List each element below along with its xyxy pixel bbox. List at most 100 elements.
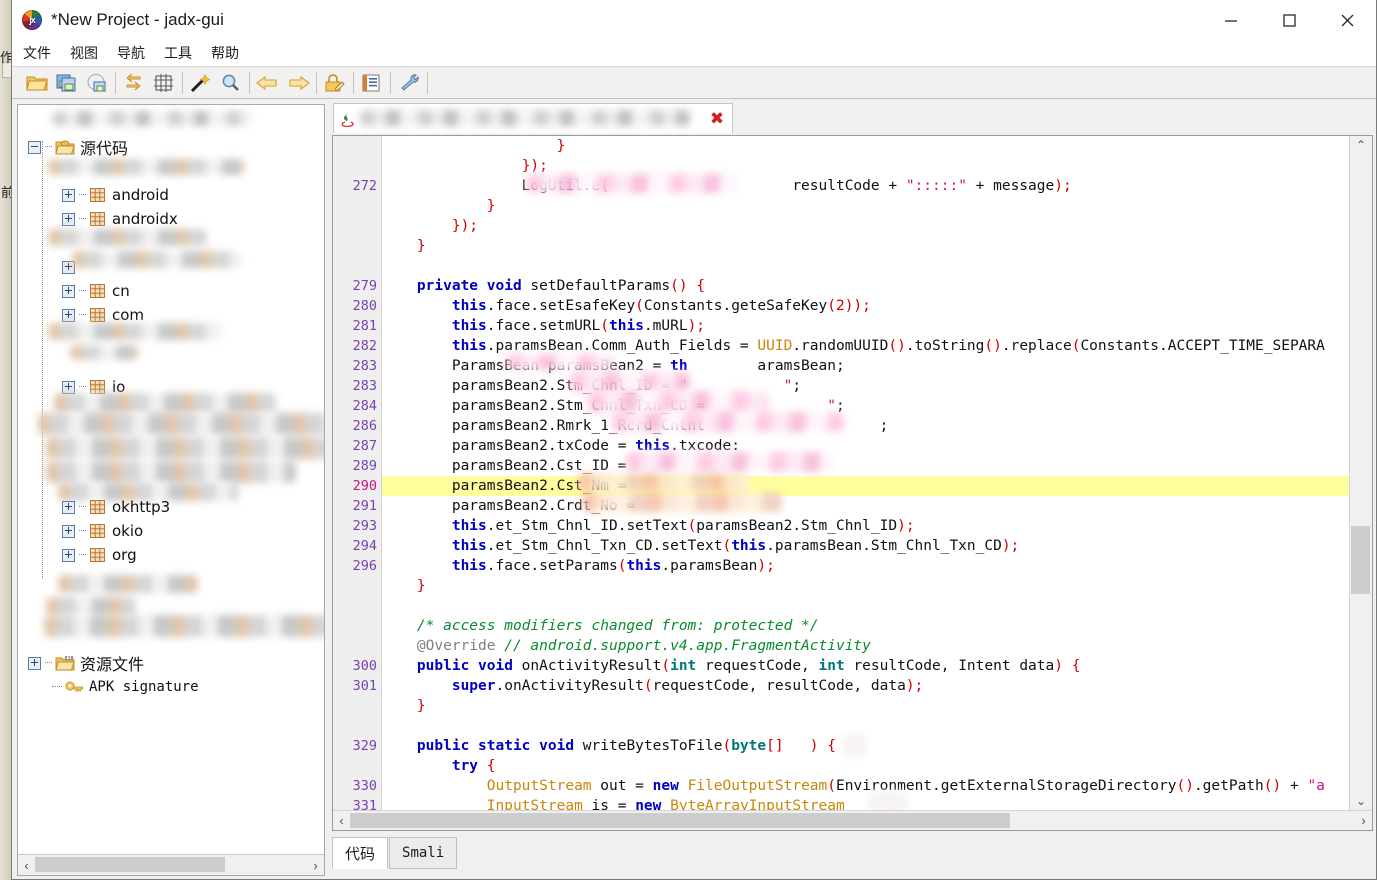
expander-plus-icon[interactable] [62,308,75,322]
window-title: *New Project - jadx-gui [51,10,224,29]
code-text-area[interactable]: } }); LogUtil.e( resultCode + ":::::" + … [382,136,1350,810]
sidebar-item-source-code[interactable]: 源代码 [18,135,324,159]
redacted-block [578,473,750,491]
line-number: 280 [352,298,377,314]
sync-icon[interactable] [119,69,149,97]
menu-tools[interactable]: 工具 [164,47,192,61]
toolbar-separator [115,71,116,94]
redacted-block [842,734,868,758]
scroll-thumb[interactable] [350,812,1010,828]
tree-content: 源代码 android androidx cn com io okhttp3 o… [18,105,324,699]
redacted-block [526,174,738,193]
sidebar-item-cn[interactable]: cn [18,279,324,303]
sidebar-item-org[interactable]: org [18,543,324,567]
editor-horizontal-scrollbar[interactable]: ‹ › [333,810,1372,830]
minimize-icon[interactable] [1202,0,1260,40]
editor-bottom-tabs: 代码 Smali [332,834,1373,874]
scroll-up-arrow-icon[interactable]: ⌃ [1350,136,1372,154]
svg-text:010: 010 [65,656,74,662]
menu-navigation[interactable]: 导航 [117,47,145,61]
sidebar-item-okio[interactable]: okio [18,519,324,543]
redacted-block [360,110,690,126]
maximize-icon[interactable] [1260,0,1318,40]
scroll-left-arrow-icon[interactable]: ‹ [333,812,350,830]
sidebar-item-okhttp3[interactable]: okhttp3 [18,495,324,519]
expander-plus-icon[interactable] [62,188,75,202]
menu-view[interactable]: 视图 [70,47,98,61]
menu-bar: 文件 视图 导航 工具 帮助 [12,41,1376,67]
list-item[interactable] [18,351,324,375]
jadx-logo-icon: jx [22,10,42,30]
redacted-block [46,461,296,483]
save-all-icon[interactable] [52,69,82,97]
preferences-icon[interactable] [394,69,424,97]
flat-packages-icon[interactable] [149,69,179,97]
line-number-gutter: 272 279 280 281 282 283 283 284 286 287 … [333,136,382,810]
redacted-block [44,615,324,637]
tree-connector [79,194,86,196]
line-number: 283 [352,358,377,374]
back-arrow-icon[interactable] [253,69,283,97]
line-number: 294 [352,538,377,554]
log-icon[interactable] [357,69,387,97]
scroll-thumb[interactable] [35,857,225,872]
line-number: 287 [352,438,377,454]
expander-plus-icon[interactable] [62,212,75,226]
deobfuscation-icon[interactable] [320,69,350,97]
sidebar-item-resources[interactable]: 010 资源文件 [18,651,324,675]
redacted-block [70,345,138,360]
toolbar-separator [353,71,354,94]
code-editor[interactable]: 272 279 280 281 282 283 283 284 286 287 … [333,136,1350,810]
export-gradle-icon[interactable] [82,69,112,97]
package-icon [89,499,106,515]
tree-item-label: APK signature [89,679,199,695]
tree-connector [52,686,62,688]
redacted-block [570,372,690,392]
redacted-block [582,492,782,512]
close-icon[interactable] [1318,0,1376,40]
expander-plus-icon[interactable] [62,548,75,562]
open-file-icon[interactable] [22,69,52,97]
expander-plus-icon[interactable] [62,500,75,514]
tab-smali[interactable]: Smali [389,837,458,869]
tree-connector [79,290,86,292]
find-icon[interactable] [216,69,246,97]
redacted-block [54,393,276,413]
redacted-block [52,111,250,126]
expander-plus-icon[interactable] [62,524,75,538]
scroll-track[interactable] [35,856,307,874]
scroll-track[interactable] [350,811,1355,830]
editor-vertical-scrollbar[interactable]: ⌃ ⌄ [1349,136,1372,810]
scroll-left-arrow-icon[interactable]: ‹ [18,856,35,874]
line-number: 329 [352,738,377,754]
package-icon [89,187,106,203]
line-number: 286 [352,418,377,434]
scroll-down-arrow-icon[interactable]: ⌄ [1350,792,1372,810]
sidebar-item-androidx[interactable]: androidx [18,207,324,231]
editor-panel: ✖ 272 279 280 281 282 283 283 284 286 28… [330,99,1373,876]
tree-item-label: org [112,546,137,564]
sidebar-item-apk-signature[interactable]: APK signature [18,675,324,699]
package-icon [89,307,106,323]
tab-code[interactable]: 代码 [332,837,389,869]
source-folder-icon [55,139,75,155]
expander-plus-icon[interactable] [62,284,75,298]
search-magic-icon[interactable] [186,69,216,97]
sidebar-item-android[interactable]: android [18,183,324,207]
editor-tab[interactable]: ✖ [333,103,733,133]
tree-horizontal-scrollbar[interactable]: ‹ › [18,854,324,875]
scroll-right-arrow-icon[interactable]: › [1355,812,1372,830]
menu-file[interactable]: 文件 [23,47,51,61]
expander-plus-icon[interactable] [28,656,41,670]
forward-arrow-icon[interactable] [283,69,313,97]
menu-help[interactable]: 帮助 [211,47,239,61]
redacted-block [506,354,614,370]
redacted-block [588,391,768,413]
close-tab-icon[interactable]: ✖ [706,108,728,130]
expander-minus-icon[interactable] [28,140,41,154]
expander-plus-icon[interactable] [62,380,75,394]
tree-item-label: android [112,186,169,204]
jadx-main-window: jx *New Project - jadx-gui 文件 视图 导航 工具 帮 [11,0,1377,880]
scroll-thumb[interactable] [1351,526,1370,594]
scroll-right-arrow-icon[interactable]: › [307,856,324,874]
